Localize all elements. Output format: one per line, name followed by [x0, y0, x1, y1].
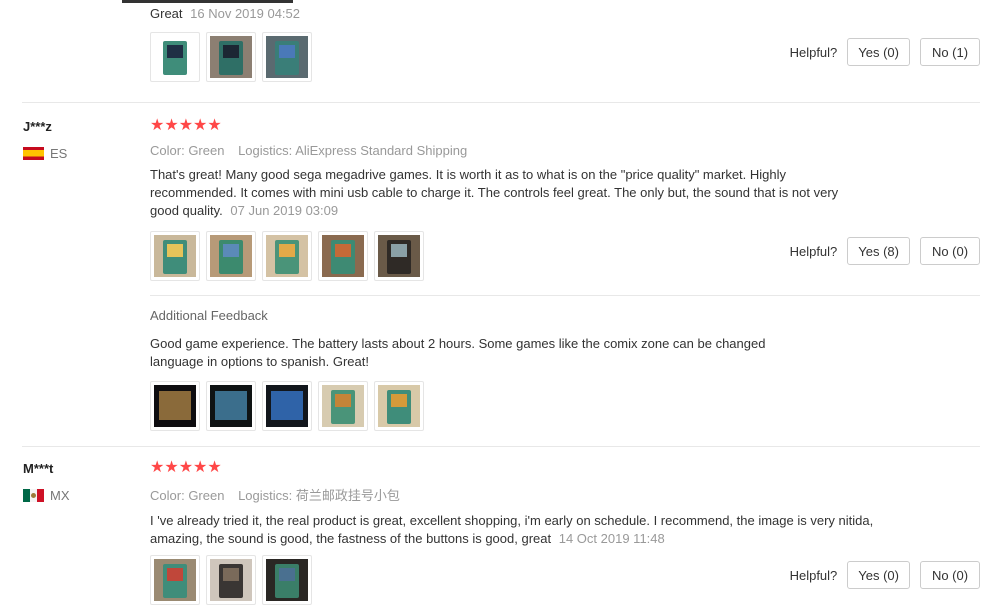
- logistics-value: AliExpress Standard Shipping: [295, 143, 468, 158]
- review-photo-thumb[interactable]: [206, 555, 256, 605]
- logistics-value: 荷兰邮政挂号小包: [295, 488, 400, 503]
- reviewer-info: M***t MX: [23, 461, 70, 503]
- review-photo-thumb[interactable]: [262, 381, 312, 431]
- review-photo-thumb[interactable]: [150, 231, 200, 281]
- helpful-yes-button[interactable]: Yes (8): [847, 237, 910, 265]
- flag-mx-icon: [23, 489, 44, 502]
- review-photo-thumb[interactable]: [262, 231, 312, 281]
- review-photos: [150, 231, 890, 281]
- review-photo-thumb[interactable]: [206, 381, 256, 431]
- helpful-yes-button[interactable]: Yes (0): [847, 38, 910, 66]
- helpful-voting: Helpful? Yes (0) No (0): [790, 561, 980, 589]
- review-photo-thumb[interactable]: [150, 32, 200, 82]
- flag-es-icon: [23, 147, 44, 160]
- star-rating: ★★★★★: [150, 460, 890, 476]
- reviewer-country: ES: [23, 146, 67, 161]
- helpful-label: Helpful?: [789, 44, 838, 60]
- review-photo-thumb[interactable]: [206, 231, 256, 281]
- review-date: 14 Oct 2019 11:48: [558, 531, 665, 546]
- color-value: Green: [188, 143, 225, 158]
- review-meta: Color: Green Logistics: AliExpress Stand…: [150, 143, 890, 158]
- review-photo-thumb[interactable]: [374, 381, 424, 431]
- review-divider: [22, 102, 980, 103]
- review-text-block: That's great! Many good sega megadrive g…: [150, 166, 870, 220]
- helpful-no-button[interactable]: No (0): [920, 237, 980, 265]
- additional-feedback-text: Good game experience. The battery lasts …: [150, 336, 766, 369]
- helpful-no-button[interactable]: No (0): [920, 561, 980, 589]
- helpful-yes-button[interactable]: Yes (0): [847, 561, 910, 589]
- helpful-label: Helpful?: [789, 243, 838, 259]
- review-photo-thumb[interactable]: [318, 231, 368, 281]
- review-body: ★★★★★ Color: Green Logistics: AliExpress…: [150, 118, 890, 220]
- color-label: Color:: [150, 488, 185, 503]
- country-code: ES: [50, 146, 68, 161]
- review-photo-thumb[interactable]: [318, 381, 368, 431]
- review-photo-thumb[interactable]: [150, 381, 200, 431]
- review-text-block: I 've already tried it, the real product…: [150, 512, 885, 548]
- logistics-label: Logistics:: [238, 143, 293, 158]
- star-rating-icons: ★★★★★: [150, 459, 222, 476]
- active-tab-indicator: [122, 0, 293, 3]
- additional-feedback-divider: [150, 295, 980, 296]
- review-text-block: Great 16 Nov 2019 04:52: [150, 5, 890, 23]
- helpful-no-button[interactable]: No (1): [920, 38, 980, 66]
- review-date: 07 Jun 2019 03:09: [230, 203, 339, 218]
- review-photos: [150, 32, 890, 82]
- review-photo-thumb[interactable]: [262, 555, 312, 605]
- color-value: Green: [188, 488, 225, 503]
- review-photo-thumb[interactable]: [150, 555, 200, 605]
- review-body: ★★★★★ Color: Green Logistics: 荷兰邮政挂号小包 I…: [150, 460, 890, 548]
- additional-feedback-title: Additional Feedback: [150, 308, 268, 323]
- review-date: 16 Nov 2019 04:52: [190, 6, 301, 21]
- review-text: I 've already tried it, the real product…: [150, 513, 874, 546]
- star-rating: ★★★★★: [150, 118, 890, 134]
- additional-feedback: Additional Feedback Good game experience…: [150, 308, 890, 371]
- review-photo-thumb[interactable]: [262, 32, 312, 82]
- reviewer-country: MX: [23, 488, 70, 503]
- additional-feedback-photos: [150, 381, 890, 431]
- review-photo-thumb[interactable]: [374, 231, 424, 281]
- reviewer-info: J***z ES: [23, 119, 67, 161]
- color-label: Color:: [150, 143, 185, 158]
- review-text: Great: [150, 6, 183, 21]
- helpful-voting: Helpful? Yes (0) No (1): [790, 38, 980, 66]
- country-code: MX: [50, 488, 70, 503]
- reviewer-name: J***z: [23, 119, 52, 134]
- logistics-label: Logistics:: [238, 488, 293, 503]
- helpful-voting: Helpful? Yes (8) No (0): [790, 237, 980, 265]
- star-rating-icons: ★★★★★: [150, 117, 222, 134]
- review-divider: [22, 446, 980, 447]
- review-photos: [150, 555, 890, 605]
- review-meta: Color: Green Logistics: 荷兰邮政挂号小包: [150, 485, 890, 504]
- review-photo-thumb[interactable]: [206, 32, 256, 82]
- reviewer-name: M***t: [23, 461, 54, 476]
- helpful-label: Helpful?: [789, 567, 838, 583]
